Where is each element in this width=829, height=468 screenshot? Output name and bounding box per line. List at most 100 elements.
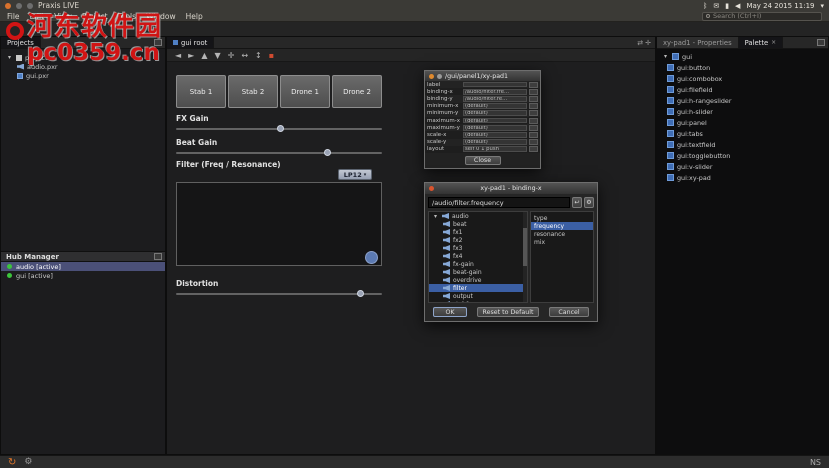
tree-item[interactable]: stab1 [429,300,527,302]
move-down-icon[interactable]: ▼ [214,49,220,61]
menu-view[interactable]: View [54,12,72,21]
volume-icon[interactable]: ◀ [735,2,740,10]
close-button[interactable]: Close [464,155,501,165]
window-close-icon[interactable] [429,186,434,191]
scrollbar-thumb[interactable] [523,228,527,266]
tree-item-gui-pxr[interactable]: gui.pxr [1,71,165,80]
tab-gui-root[interactable]: gui root [167,37,215,48]
move-up-icon[interactable]: ▲ [201,49,207,61]
ok-button[interactable]: OK [433,307,467,317]
filter-xy-pad[interactable] [176,182,382,266]
project-root-node[interactable]: ▾ project [1,53,165,62]
stab2-button[interactable]: Stab 2 [228,75,278,108]
settings-icon[interactable]: ⚙ [584,197,594,208]
apply-icon[interactable]: ↩ [572,197,582,208]
palette-item-v-slider[interactable]: gui:v-slider [667,161,748,172]
gear-icon[interactable]: ⚙ [24,456,32,468]
tree-item[interactable]: fx-gain [429,260,527,268]
window-minimize-button[interactable] [16,2,22,9]
palette-item-button[interactable]: gui:button [667,62,748,73]
menu-edit[interactable]: Edit [30,12,45,21]
menu-project[interactable]: Project [82,12,108,21]
tree-item[interactable]: fx1 [429,228,527,236]
port-list[interactable]: type frequency resonance mix [530,211,594,303]
port-item[interactable]: resonance [531,230,593,238]
edit-property-button[interactable] [529,131,538,138]
palette-item-xy-pad[interactable]: gui:xy-pad [667,172,748,183]
tree-item[interactable]: fx3 [429,244,527,252]
edit-property-button[interactable] [529,95,538,102]
close-tab-icon[interactable]: × [771,39,776,46]
binding-dialog-titlebar[interactable]: xy-pad1 - binding-x [425,183,597,194]
tree-item[interactable]: fx4 [429,252,527,260]
drone2-button[interactable]: Drone 2 [332,75,382,108]
menu-help[interactable]: Help [186,12,203,21]
go-forward-icon[interactable]: ► [188,49,194,61]
address-input[interactable]: /audio/filter.frequency [428,197,570,208]
scrollbar[interactable] [523,212,527,302]
dock-arrows-icon[interactable]: ⇄ [637,39,643,47]
hub-manager-header[interactable]: Hub Manager [1,251,165,262]
property-value-field[interactable] [463,81,527,88]
record-icon[interactable]: ▪ [269,49,274,61]
minimize-panel-icon[interactable] [817,39,825,46]
palette-item-textfield[interactable]: gui:textfield [667,139,748,150]
expand-arrow-icon[interactable]: ▾ [662,53,669,60]
property-value-field[interactable]: self 0 1 push [463,146,527,153]
beat-gain-slider-handle[interactable] [324,149,331,156]
edit-property-button[interactable] [529,88,538,95]
property-value-field[interactable]: /audio/filter.fre... [463,88,527,95]
port-item[interactable]: mix [531,238,593,246]
float-window-icon[interactable]: ✛ [645,39,651,47]
go-back-icon[interactable]: ◄ [175,49,181,61]
property-value-field[interactable]: /audio/filter.re... [463,96,527,102]
resize-horizontal-icon[interactable]: ↔ [241,49,248,61]
distortion-slider[interactable] [176,293,382,295]
property-value-field[interactable]: (default) [463,110,527,117]
tree-item[interactable]: output [429,292,527,300]
window-pin-icon[interactable] [437,73,442,79]
window-maximize-button[interactable] [27,2,33,9]
expand-arrow-icon[interactable]: ▾ [6,54,13,61]
edit-property-button[interactable] [529,139,538,146]
battery-icon[interactable]: ▮ [725,2,729,10]
minimize-panel-icon[interactable] [154,39,162,46]
property-value-field[interactable]: (default) [463,103,527,110]
menu-file[interactable]: File [7,12,20,21]
palette-item-panel[interactable]: gui:panel [667,117,748,128]
minimize-hub-icon[interactable] [154,253,162,260]
reset-to-default-button[interactable]: Reset to Default [477,307,539,317]
palette-item-filefield[interactable]: gui:filefield [667,84,748,95]
filter-mode-combobox[interactable]: LP12 ▾ [338,169,372,180]
edit-property-button[interactable] [529,117,538,124]
clock[interactable]: May 24 2015 11:19 [746,2,814,10]
fx-gain-slider-handle[interactable] [277,125,284,132]
move-icon[interactable]: ✛ [228,49,235,61]
menu-tools[interactable]: Tools [118,12,136,21]
property-value-field[interactable]: (default) [463,132,527,138]
property-value-field[interactable]: (default) [463,124,527,131]
edit-property-button[interactable] [529,110,538,117]
hub-item-gui[interactable]: gui [active] [1,271,165,280]
palette-item-combobox[interactable]: gui:combobox [667,73,748,84]
tab-projects[interactable]: Projects [1,37,41,48]
resize-vertical-icon[interactable]: ↕ [255,49,262,61]
edit-property-button[interactable] [529,124,538,131]
palette-item-tabs[interactable]: gui:tabs [667,128,748,139]
tree-item-filter-selected[interactable]: filter [429,284,527,292]
tab-xy-pad1-properties[interactable]: xy-pad1 - Properties [657,37,739,48]
properties-window-titlebar[interactable]: /gui/panel1/xy-pad1 [425,71,540,81]
tree-item-audio-pxr[interactable]: audio.pxr [1,62,165,71]
palette-item-h-slider[interactable]: gui:h-slider [667,106,748,117]
port-item-frequency-selected[interactable]: frequency [531,222,593,230]
expand-arrow-icon[interactable]: ▾ [432,213,439,220]
mail-icon[interactable]: ✉ [713,2,719,10]
xy-pad-handle[interactable] [365,251,378,264]
drone1-button[interactable]: Drone 1 [280,75,330,108]
hub-item-audio[interactable]: audio [active] [1,262,165,271]
distortion-slider-handle[interactable] [357,290,364,297]
refresh-icon[interactable]: ↻ [8,456,16,468]
search-input[interactable]: Search (Ctrl+I) [702,11,822,21]
bluetooth-icon[interactable]: ᛒ [703,2,707,10]
port-item[interactable]: type [531,214,593,222]
